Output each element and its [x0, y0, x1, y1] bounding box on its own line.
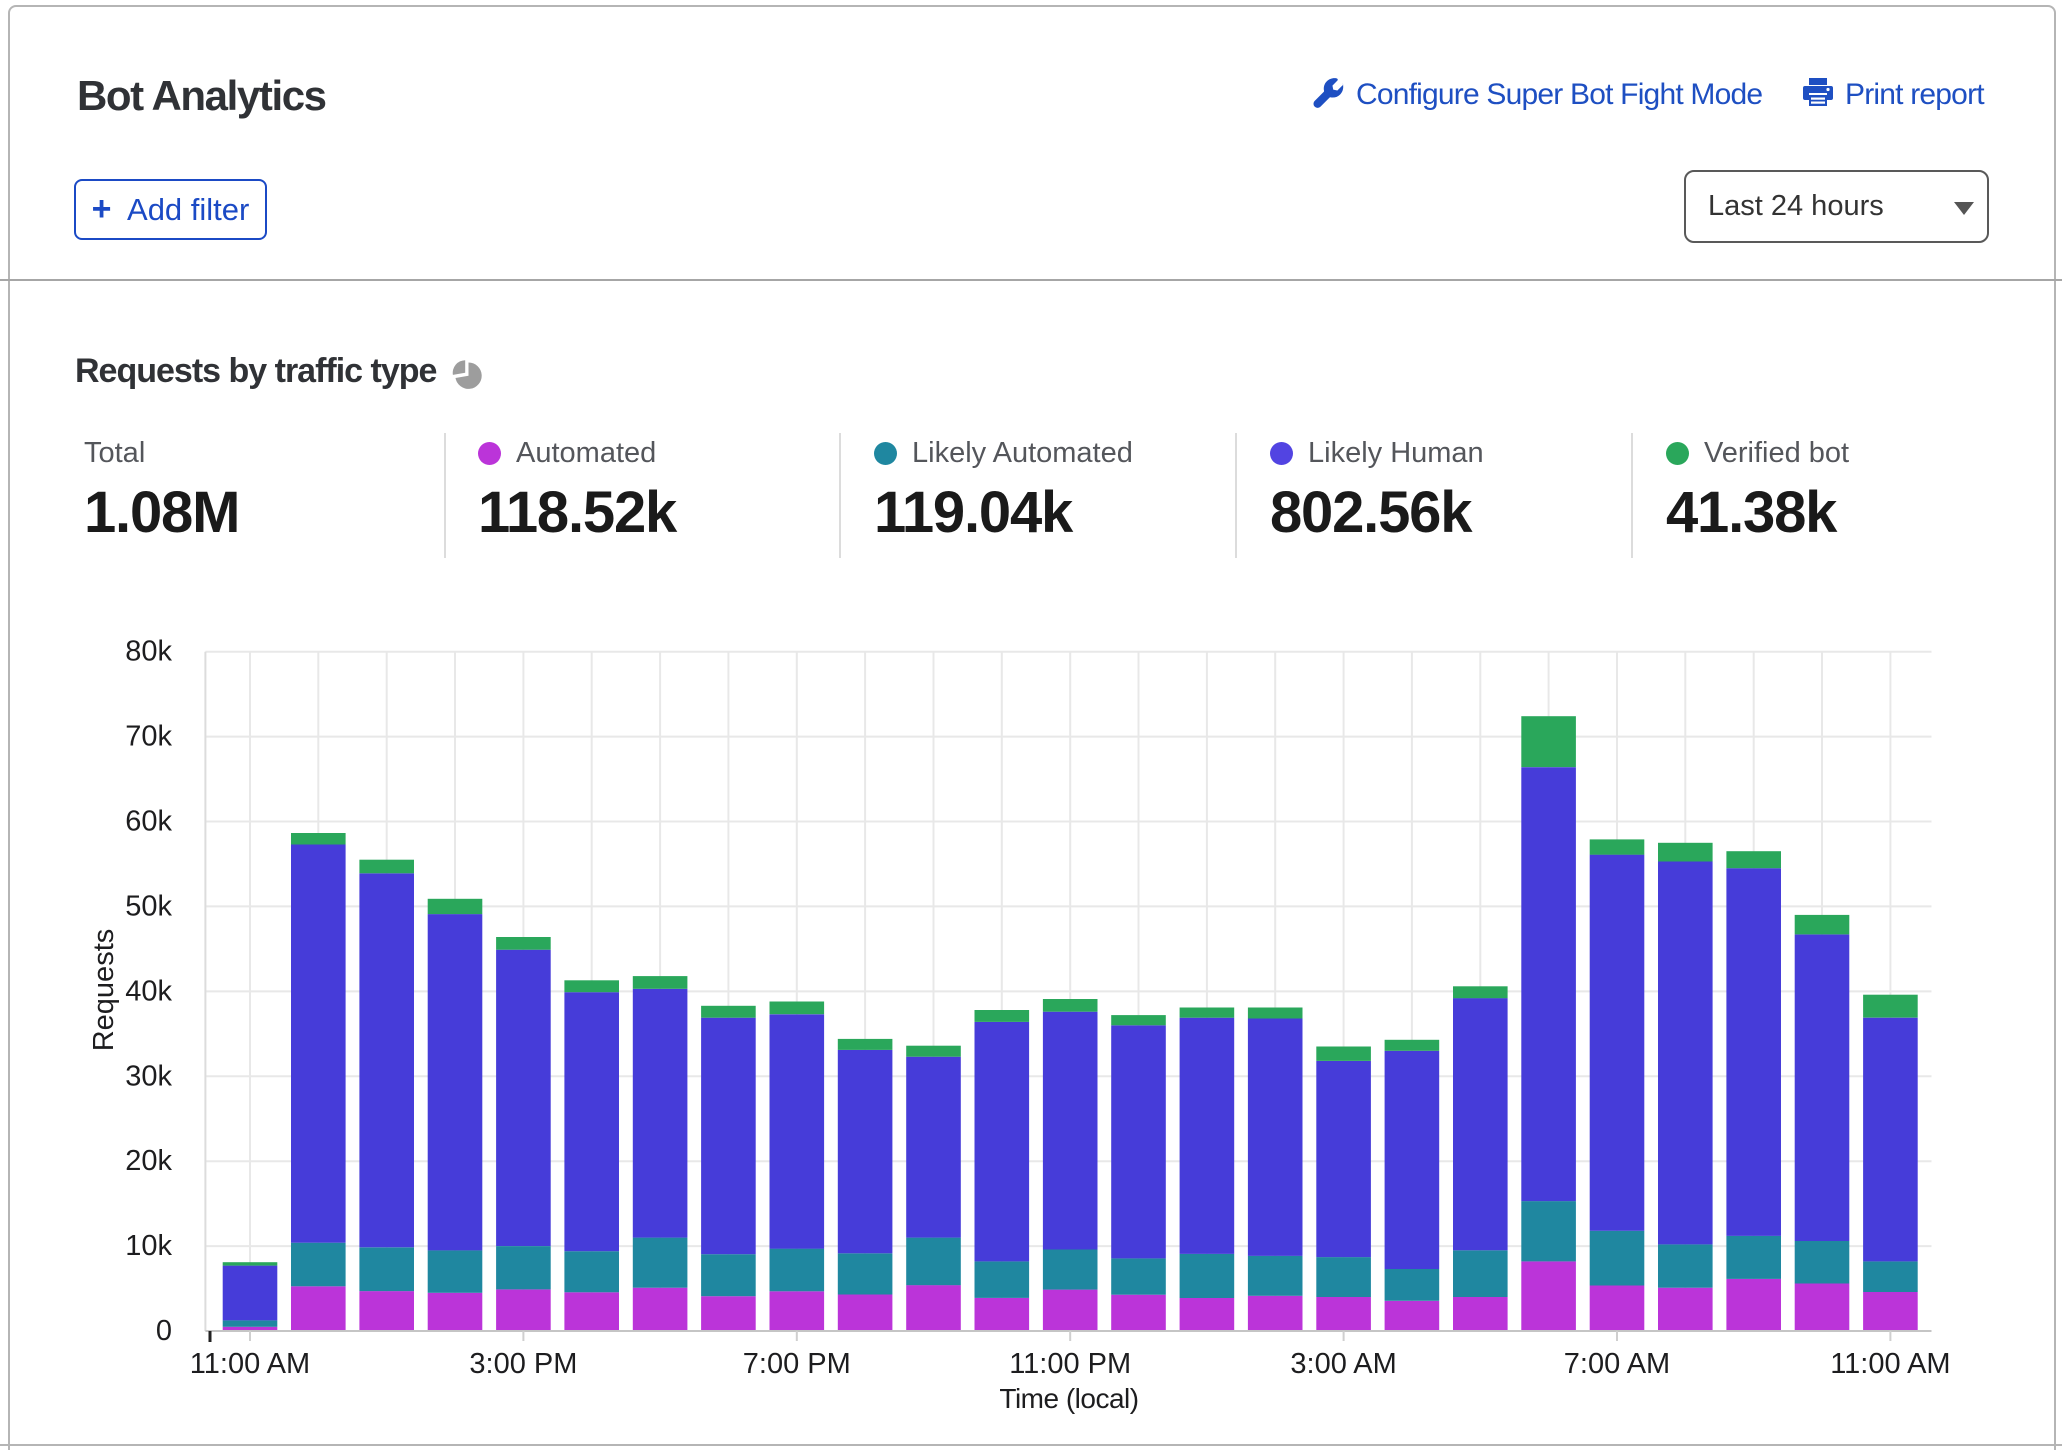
svg-text:10k: 10k [125, 1230, 172, 1262]
svg-text:Time (local): Time (local) [999, 1383, 1138, 1414]
svg-text:40k: 40k [125, 975, 172, 1007]
svg-text:11:00 PM: 11:00 PM [1009, 1348, 1131, 1380]
svg-text:7:00 PM: 7:00 PM [743, 1348, 851, 1380]
svg-text:3:00 PM: 3:00 PM [469, 1348, 577, 1380]
svg-text:11:00 AM: 11:00 AM [1830, 1348, 1950, 1380]
svg-text:3:00 AM: 3:00 AM [1290, 1348, 1396, 1380]
svg-text:80k: 80k [125, 636, 172, 668]
svg-text:50k: 50k [125, 890, 172, 922]
svg-text:11:00 AM: 11:00 AM [190, 1348, 310, 1380]
svg-text:7:00 AM: 7:00 AM [1564, 1348, 1670, 1380]
svg-text:30k: 30k [125, 1060, 172, 1092]
svg-text:0: 0 [156, 1315, 172, 1347]
svg-text:Requests: Requests [88, 929, 120, 1052]
svg-text:60k: 60k [125, 806, 172, 838]
svg-text:70k: 70k [125, 721, 172, 753]
svg-text:20k: 20k [125, 1145, 172, 1177]
